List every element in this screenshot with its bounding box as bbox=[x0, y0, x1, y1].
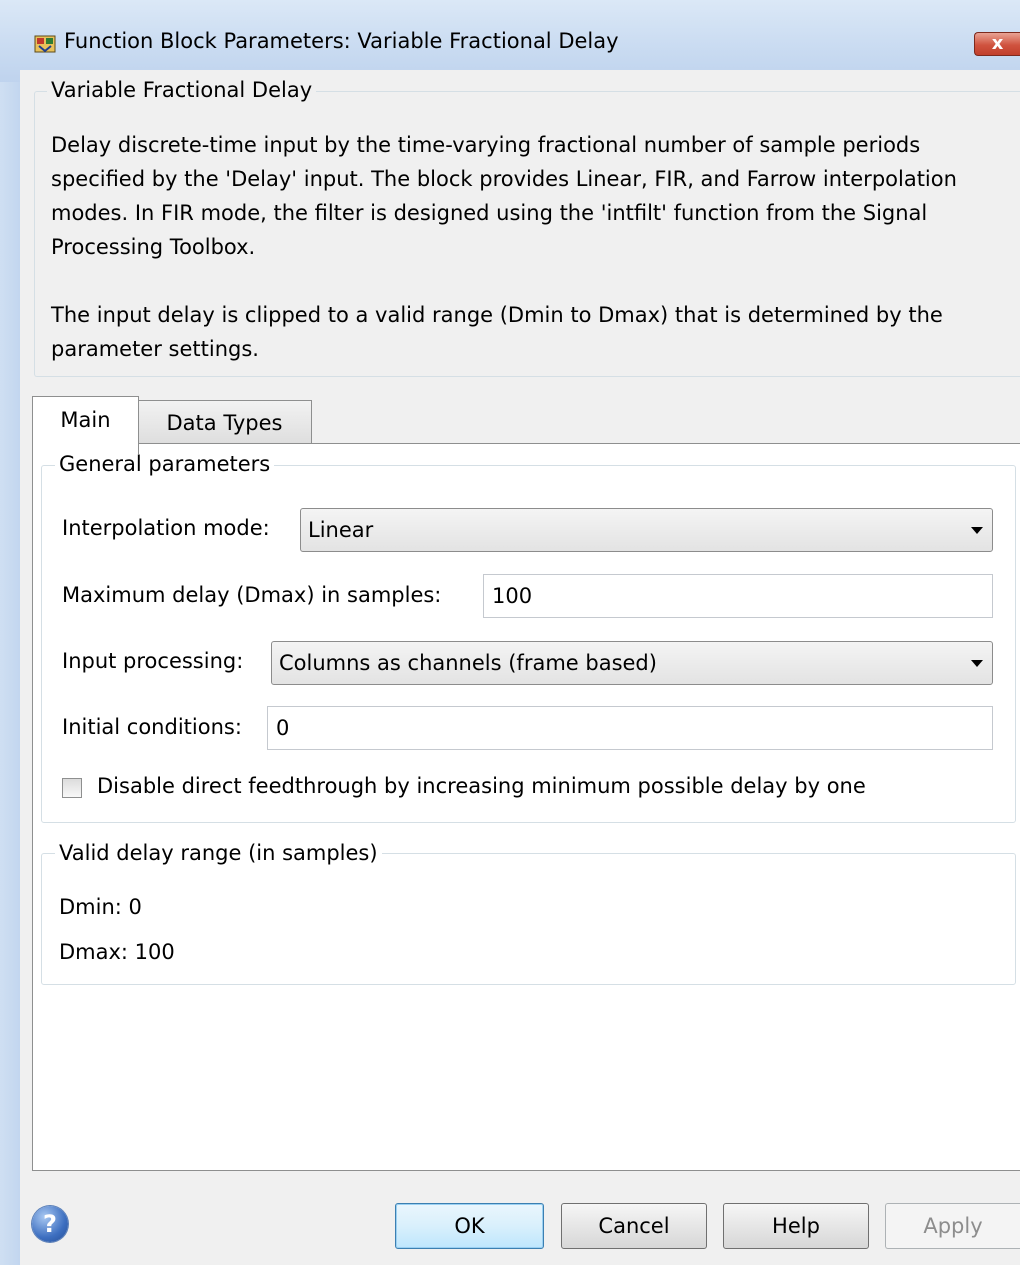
dmax-value: Dmax: 100 bbox=[59, 940, 175, 964]
description-text: Delay discrete-time input by the time-va… bbox=[51, 128, 1017, 400]
help-button[interactable]: Help bbox=[723, 1203, 869, 1249]
tab-label: Main bbox=[60, 408, 111, 432]
general-parameters-label: General parameters bbox=[55, 452, 275, 476]
disable-feedthrough-label[interactable]: Disable direct feedthrough by increasing… bbox=[97, 774, 866, 798]
tab-panel-main: General parameters Interpolation mode: L… bbox=[32, 443, 1020, 1171]
apply-button-label: Apply bbox=[923, 1214, 983, 1238]
close-icon: x bbox=[991, 33, 1004, 54]
dialog-client-area: Variable Fractional Delay Delay discrete… bbox=[20, 70, 1020, 1265]
cancel-button-label: Cancel bbox=[598, 1214, 670, 1238]
cancel-button[interactable]: Cancel bbox=[561, 1203, 707, 1249]
initial-conditions-field[interactable]: 0 bbox=[267, 706, 993, 750]
simulink-block-icon bbox=[34, 33, 56, 53]
initial-conditions-value: 0 bbox=[276, 716, 290, 740]
description-paragraph: The input delay is clipped to a valid ra… bbox=[51, 303, 943, 361]
window-title: Function Block Parameters: Variable Frac… bbox=[64, 29, 619, 53]
interpolation-mode-label: Interpolation mode: bbox=[62, 516, 270, 540]
initial-conditions-label: Initial conditions: bbox=[62, 715, 242, 739]
help-icon[interactable]: ? bbox=[32, 1206, 68, 1242]
close-button[interactable]: x bbox=[974, 32, 1020, 56]
question-mark-icon: ? bbox=[43, 1210, 57, 1238]
maximum-delay-value: 100 bbox=[492, 584, 533, 608]
maximum-delay-label: Maximum delay (Dmax) in samples: bbox=[62, 583, 442, 607]
input-processing-dropdown[interactable]: Columns as channels (frame based) bbox=[271, 641, 993, 685]
interpolation-mode-value: Linear bbox=[308, 518, 374, 542]
apply-button[interactable]: Apply bbox=[885, 1203, 1020, 1249]
description-paragraph: Delay discrete-time input by the time-va… bbox=[51, 133, 957, 259]
dmin-value: Dmin: 0 bbox=[59, 895, 142, 919]
chevron-down-icon bbox=[971, 660, 983, 667]
input-processing-value: Columns as channels (frame based) bbox=[279, 651, 657, 675]
tab-data-types[interactable]: Data Types bbox=[137, 400, 312, 448]
ok-button-label: OK bbox=[454, 1214, 485, 1238]
tab-main[interactable]: Main bbox=[32, 396, 139, 454]
maximum-delay-field[interactable]: 100 bbox=[483, 574, 993, 618]
help-button-label: Help bbox=[772, 1214, 820, 1238]
input-processing-label: Input processing: bbox=[62, 649, 244, 673]
valid-delay-range-label: Valid delay range (in samples) bbox=[55, 841, 382, 865]
interpolation-mode-dropdown[interactable]: Linear bbox=[300, 508, 993, 552]
chevron-down-icon bbox=[971, 527, 983, 534]
window-frame-left bbox=[0, 82, 20, 1265]
description-group-label: Variable Fractional Delay bbox=[47, 78, 317, 102]
ok-button[interactable]: OK bbox=[395, 1203, 544, 1249]
tab-label: Data Types bbox=[166, 411, 283, 435]
valid-delay-range-group bbox=[41, 853, 1016, 985]
disable-feedthrough-checkbox[interactable] bbox=[62, 778, 82, 798]
